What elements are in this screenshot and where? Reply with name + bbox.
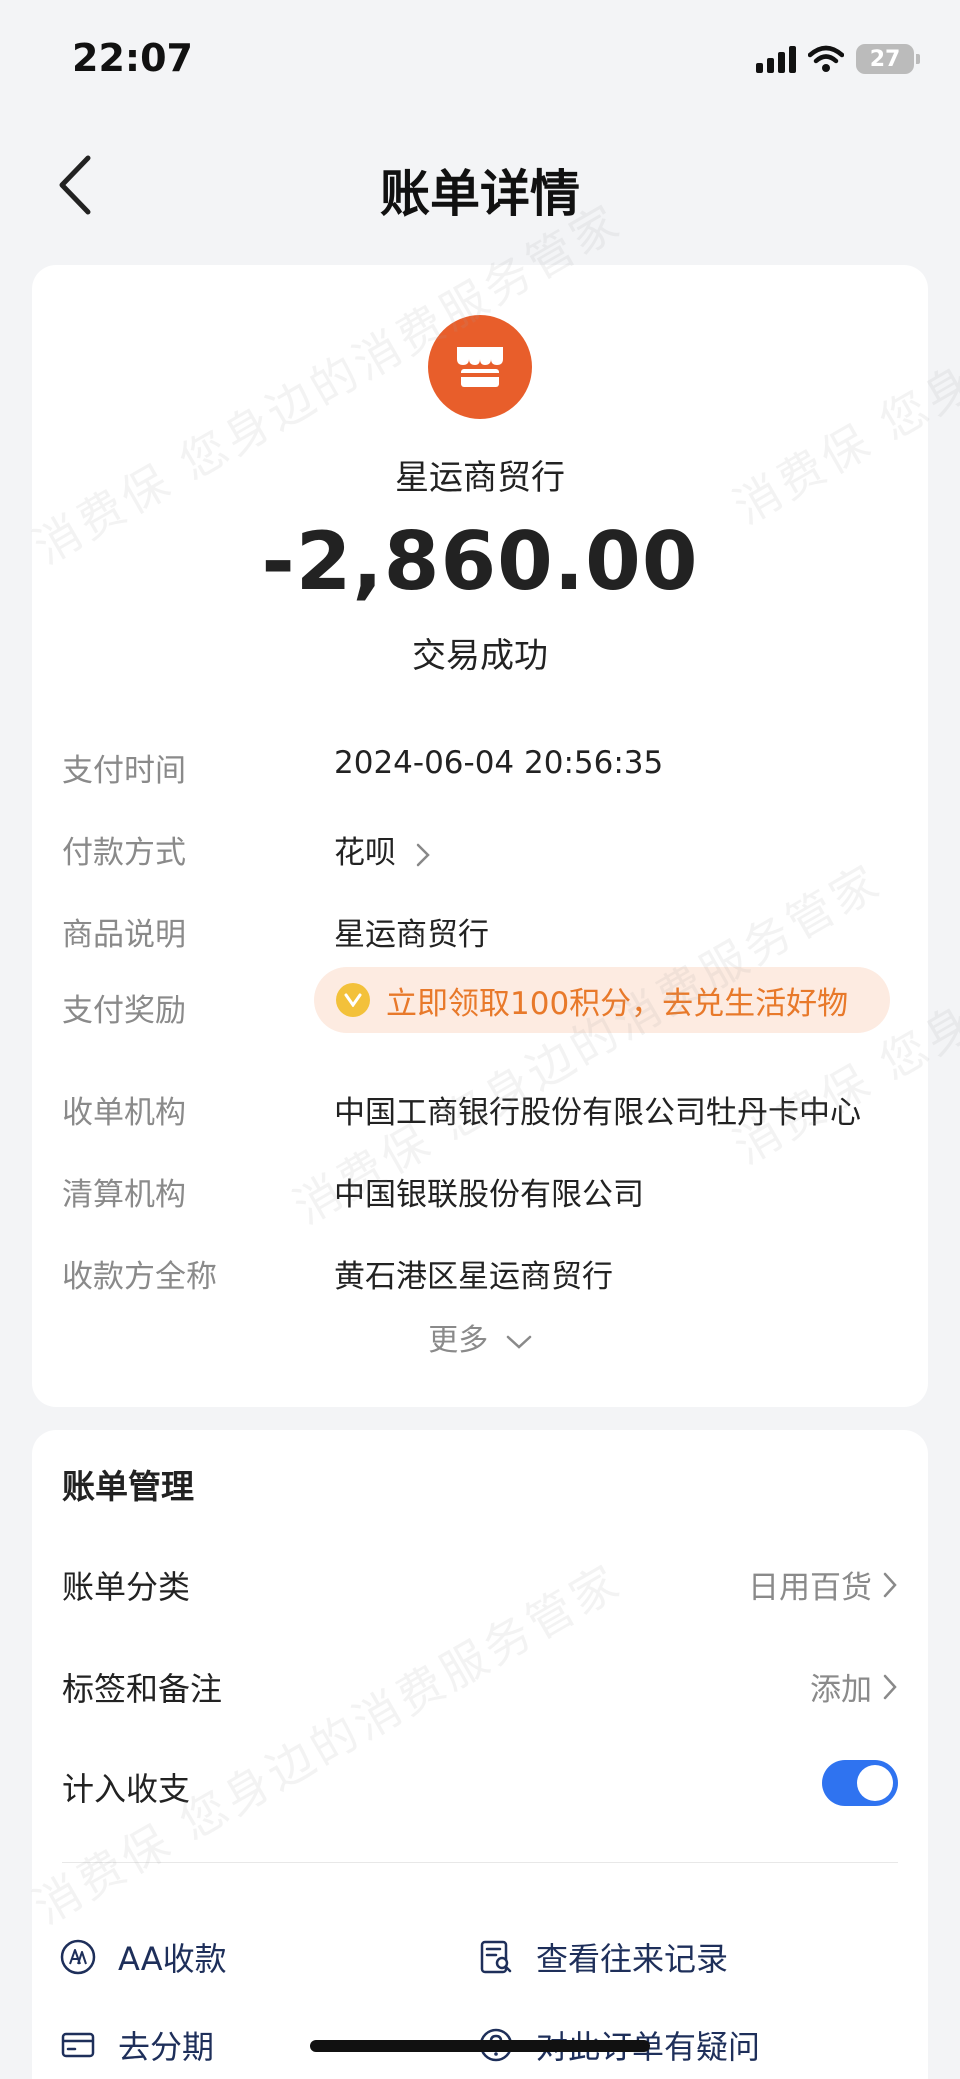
more-label: 更多 <box>428 1323 489 1358</box>
detail-value: 星运商贸行 <box>334 917 489 953</box>
detail-row-payee: 收款方全称 黄石港区星运商贸行 <box>62 1251 898 1301</box>
battery-icon: 27 <box>856 44 920 74</box>
card-icon <box>60 2027 96 2063</box>
chevron-right-icon <box>883 1572 897 1597</box>
document-search-icon <box>478 1939 514 1975</box>
view-history-button[interactable]: 查看往来记录 <box>478 1932 728 1982</box>
merchant-name: 星运商贸行 <box>395 458 565 498</box>
detail-row-clearing: 清算机构 中国银联股份有限公司 <box>62 1169 898 1219</box>
bill-management-card: 账单管理 账单分类 日用百货 标签和备注 添加 计入收支 AA收款 查看往来记录… <box>32 1430 928 2079</box>
include-in-ledger-label: 计入收支 <box>62 1770 191 1808</box>
section-title: 账单管理 <box>62 1467 194 1506</box>
detail-row-pay-time: 支付时间 2024-06-04 20:56:35 <box>62 745 898 795</box>
bill-category-value-group: 日用百货 <box>748 1562 898 1607</box>
chevron-down-icon <box>506 1335 532 1349</box>
wifi-icon <box>808 45 844 72</box>
detail-value: 2024-06-04 20:56:35 <box>334 745 664 781</box>
include-in-ledger-row: 计入收支 <box>62 1760 898 1814</box>
toggle-knob <box>857 1765 893 1801</box>
bill-category-label: 账单分类 <box>62 1568 191 1606</box>
tags-notes-value-group: 添加 <box>810 1664 898 1709</box>
detail-label: 付款方式 <box>62 835 186 871</box>
page-title: 账单详情 <box>380 165 580 223</box>
reward-text: 立即领取100积分，去兑生活好物 <box>386 985 849 1022</box>
detail-label: 清算机构 <box>62 1177 186 1213</box>
coin-icon <box>336 983 370 1017</box>
detail-value: 中国工商银行股份有限公司牡丹卡中心 <box>334 1095 861 1131</box>
aa-collect-button[interactable]: AA收款 <box>60 1932 227 1982</box>
status-bar: 22:07 27 <box>0 0 960 120</box>
divider <box>62 1862 898 1863</box>
transaction-amount: -2,860.00 <box>261 515 699 608</box>
chevron-right-icon <box>416 843 430 866</box>
detail-label: 收款方全称 <box>62 1259 217 1295</box>
transaction-status: 交易成功 <box>412 636 548 676</box>
bill-detail-card: 星运商贸行 -2,860.00 交易成功 支付时间 2024-06-04 20:… <box>32 265 928 1407</box>
chevron-right-icon <box>883 1674 897 1699</box>
status-time: 22:07 <box>72 36 193 80</box>
include-in-ledger-toggle[interactable] <box>822 1760 898 1806</box>
payment-method-link[interactable]: 花呗 <box>334 827 430 872</box>
store-icon <box>428 315 532 419</box>
detail-row-reward: 支付奖励 立即领取100积分，去兑生活好物 <box>62 967 898 1035</box>
reward-button[interactable]: 立即领取100积分，去兑生活好物 <box>314 967 890 1033</box>
detail-label: 支付时间 <box>62 753 186 789</box>
tags-notes-label: 标签和备注 <box>62 1670 223 1708</box>
detail-row-payment-method[interactable]: 付款方式 花呗 <box>62 827 898 877</box>
bill-category-row[interactable]: 账单分类 日用百货 <box>62 1562 898 1612</box>
bill-category-value: 日用百货 <box>748 1570 872 1606</box>
detail-row-product: 商品说明 星运商贸行 <box>62 909 898 959</box>
nav-bar: 账单详情 <box>0 130 960 240</box>
installment-label: 去分期 <box>118 2028 215 2066</box>
detail-value: 黄石港区星运商贸行 <box>334 1259 613 1295</box>
view-history-label: 查看往来记录 <box>536 1940 729 1978</box>
status-icons: 27 <box>756 44 920 74</box>
tags-notes-value: 添加 <box>810 1672 872 1708</box>
aa-icon <box>60 1939 96 1975</box>
detail-row-acquirer: 收单机构 中国工商银行股份有限公司牡丹卡中心 <box>62 1087 898 1137</box>
more-button[interactable]: 更多 <box>32 1315 928 1359</box>
aa-collect-label: AA收款 <box>118 1940 227 1978</box>
detail-label: 收单机构 <box>62 1095 186 1131</box>
home-indicator <box>310 2040 650 2052</box>
signal-icon <box>756 45 796 73</box>
detail-label: 支付奖励 <box>62 993 186 1029</box>
installment-button[interactable]: 去分期 <box>60 2020 214 2070</box>
detail-value: 中国银联股份有限公司 <box>334 1177 644 1213</box>
payment-method-value: 花呗 <box>334 835 396 871</box>
detail-label: 商品说明 <box>62 917 186 953</box>
tags-notes-row[interactable]: 标签和备注 添加 <box>62 1664 898 1714</box>
